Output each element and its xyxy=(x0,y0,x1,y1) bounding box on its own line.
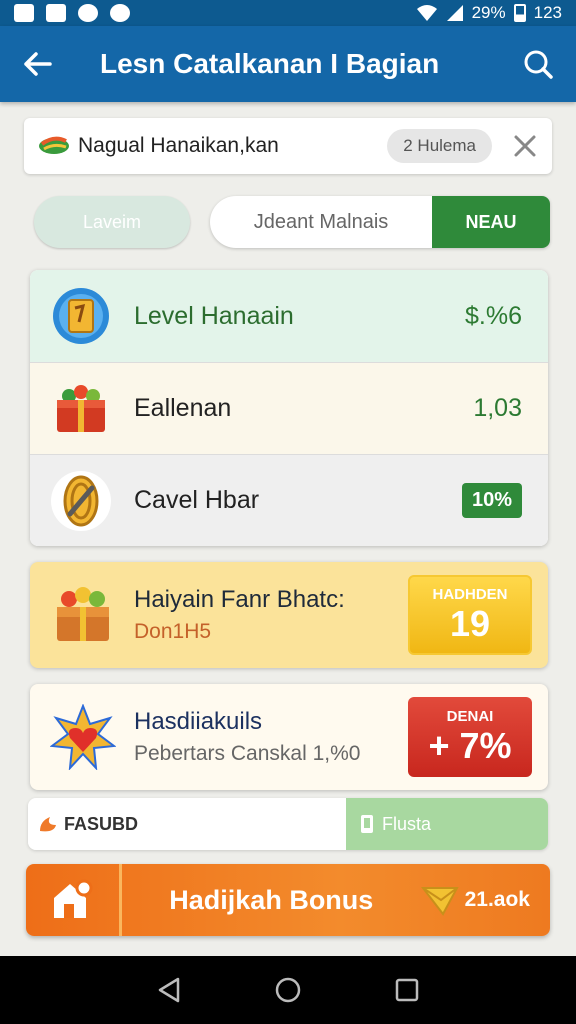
merchant-name: Nagual Hanaikan,kan xyxy=(78,134,279,157)
promo-title: Haiyain Fanr Bhatc: xyxy=(134,586,345,613)
promo-badge-label: HADHDEN xyxy=(432,585,508,603)
nav-back-button[interactable] xyxy=(149,970,189,1010)
circle-home-icon xyxy=(275,977,301,1003)
level-badge-icon xyxy=(50,285,112,347)
promo-badge-label: DENAI xyxy=(446,707,494,725)
battery-icon xyxy=(513,4,526,22)
search-button[interactable] xyxy=(518,44,558,84)
app-bar: Lesn Catalkanan I Bagian xyxy=(0,26,576,102)
bonus-bar[interactable]: Hadijkah Bonus 21.aok xyxy=(26,864,550,936)
back-button[interactable] xyxy=(18,44,58,84)
home-icon xyxy=(53,879,92,918)
search-segment: Jdeant Malnais NEAU xyxy=(210,196,550,248)
gift-basket-icon xyxy=(50,378,112,440)
stats-card: Level Hanaain $.%6 Eallenan 1,03 Cavel H… xyxy=(30,270,548,546)
promo-subtitle: Pebertars Canskal 1,%0 xyxy=(134,742,361,765)
stat-row-cavel[interactable]: Cavel Hbar 10% xyxy=(30,454,548,546)
gift-box-icon xyxy=(50,582,116,648)
starburst-heart-icon xyxy=(50,704,116,770)
split-right-label: Flusta xyxy=(382,813,432,834)
arrow-left-icon xyxy=(24,52,52,76)
stat-row-balance[interactable]: Eallenan 1,03 xyxy=(30,362,548,454)
bonus-label: Hadijkah Bonus xyxy=(169,884,374,915)
nav-home-button[interactable] xyxy=(268,970,308,1010)
coin-icon xyxy=(50,470,112,532)
close-icon[interactable] xyxy=(512,133,538,159)
mail-icon xyxy=(78,4,98,22)
system-nav-bar xyxy=(0,956,576,1024)
stat-value: 1,03 xyxy=(473,394,522,422)
promo-badge[interactable]: HADHDEN 19 xyxy=(408,575,532,655)
promo-badge[interactable]: DENAI + 7% xyxy=(408,697,532,777)
page-title: Lesn Catalkanan I Bagian xyxy=(100,48,440,79)
nav-recents-button[interactable] xyxy=(387,970,427,1010)
promo-badge-value: 19 xyxy=(449,602,491,644)
photo-icon xyxy=(46,4,66,22)
image-icon xyxy=(14,4,34,22)
bonus-right-label: 21.aok xyxy=(464,888,530,911)
settings-icon xyxy=(110,4,130,22)
clock: 123 xyxy=(533,3,562,22)
split-left-label: FASUBD xyxy=(64,813,139,834)
battery-percent: 29% xyxy=(471,3,506,22)
stat-value: $.%6 xyxy=(465,301,522,330)
promo-badge-value: + 7% xyxy=(428,724,512,766)
square-recents-icon xyxy=(395,978,418,1002)
status-icons-right: 29% 123 xyxy=(416,3,562,23)
wifi-icon xyxy=(416,5,437,21)
brand-logo-icon xyxy=(39,136,69,154)
promo-text: Hasdiiakuils Pebertars Canskal 1,%0 xyxy=(134,708,408,766)
split-left[interactable]: FASUBD xyxy=(28,798,346,850)
envelope-icon xyxy=(420,887,459,916)
status-bar: 29% 123 xyxy=(0,0,576,26)
count-pill[interactable]: 2 Hulema xyxy=(387,129,492,163)
promo-text: Haiyain Fanr Bhatc: Don1H5 xyxy=(134,586,408,644)
bonus-right[interactable]: 21.aok xyxy=(420,884,550,916)
tag-icon xyxy=(361,815,373,833)
info-card: Nagual Hanaikan,kan 2 Hulema xyxy=(24,118,552,174)
home-button[interactable] xyxy=(26,864,122,936)
promo-title: Hasdiiakuils xyxy=(134,708,263,735)
flame-icon xyxy=(40,817,56,832)
segment-action-button[interactable]: NEAU xyxy=(432,196,550,248)
signal-icon xyxy=(446,5,463,21)
triangle-back-icon xyxy=(159,977,180,1003)
stat-label: Eallenan xyxy=(134,394,232,422)
stat-label: Level Hanaain xyxy=(134,301,294,330)
stat-value-badge: 10% xyxy=(461,483,522,518)
stat-row-level[interactable]: Level Hanaain $.%6 xyxy=(30,270,548,362)
status-icons-left xyxy=(14,4,130,22)
stat-label: Cavel Hbar xyxy=(134,486,260,514)
promo-subtitle: Don1H5 xyxy=(134,620,212,643)
split-bar: FASUBD Flusta xyxy=(28,798,548,850)
segment-input[interactable]: Jdeant Malnais xyxy=(210,196,432,248)
promo-card-1[interactable]: Haiyain Fanr Bhatc: Don1H5 HADHDEN 19 xyxy=(30,562,548,668)
level-button[interactable]: Laveim xyxy=(34,196,190,248)
split-right[interactable]: Flusta xyxy=(346,798,548,850)
search-icon xyxy=(524,50,553,79)
promo-card-2[interactable]: Hasdiiakuils Pebertars Canskal 1,%0 DENA… xyxy=(30,684,548,790)
